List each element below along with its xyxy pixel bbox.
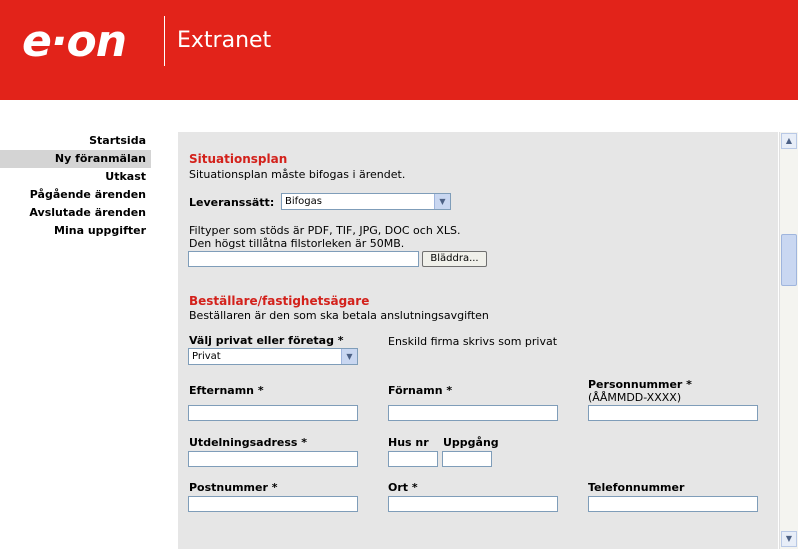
husnr-label: Hus nr xyxy=(388,436,429,449)
telefonnummer-input[interactable] xyxy=(588,496,758,512)
header-bar: e·on Extranet xyxy=(0,0,798,100)
delivery-select-value: Bifogas xyxy=(285,196,322,207)
bestallare-description: Beställaren är den som ska betala anslut… xyxy=(189,309,489,322)
chevron-down-icon[interactable]: ▼ xyxy=(341,349,357,364)
maxsize-text: Den högst tillåtna filstorleken är 50MB. xyxy=(189,237,405,250)
personnummer-hint: (ÅÅMMDD-XXXX) xyxy=(588,391,682,404)
postnummer-label: Postnummer * xyxy=(189,481,278,494)
fornamn-input[interactable] xyxy=(388,405,558,421)
efternamn-input[interactable] xyxy=(188,405,358,421)
customer-type-label: Välj privat eller företag * xyxy=(189,334,344,347)
delivery-label: Leveranssätt: xyxy=(189,196,275,209)
utdelningsadress-input[interactable] xyxy=(188,451,358,467)
customer-type-note: Enskild firma skrivs som privat xyxy=(388,335,558,348)
ort-input[interactable] xyxy=(388,496,558,512)
header-divider xyxy=(164,16,165,66)
customer-type-value: Privat xyxy=(192,351,221,362)
husnr-input[interactable] xyxy=(388,451,438,467)
file-path-input[interactable] xyxy=(188,251,419,267)
personnummer-input[interactable] xyxy=(588,405,758,421)
filetypes-text: Filtyper som stöds är PDF, TIF, JPG, DOC… xyxy=(189,224,461,237)
personnummer-label: Personnummer * xyxy=(588,378,692,391)
postnummer-input[interactable] xyxy=(188,496,358,512)
scrollbar-thumb[interactable] xyxy=(781,234,797,286)
sidebar-item-utkast[interactable]: Utkast xyxy=(0,168,151,186)
arrow-down-icon[interactable]: ▼ xyxy=(781,531,797,547)
sidebar-item-pagaende-arenden[interactable]: Pågående ärenden xyxy=(0,186,151,204)
customer-type-select[interactable]: Privat ▼ xyxy=(188,348,358,365)
uppgang-input[interactable] xyxy=(442,451,492,467)
sidebar-item-avslutade-arenden[interactable]: Avslutade ärenden xyxy=(0,204,151,222)
efternamn-label: Efternamn * xyxy=(189,384,264,397)
utdelningsadress-label: Utdelningsadress * xyxy=(189,436,308,449)
fornamn-label: Förnamn * xyxy=(388,384,453,397)
browse-button[interactable]: Bläddra... xyxy=(422,251,487,267)
sidebar-item-mina-uppgifter[interactable]: Mina uppgifter xyxy=(0,222,151,240)
sidebar-nav: Startsida Ny föranmälan Utkast Pågående … xyxy=(0,132,151,240)
sidebar-item-ny-foranmalan[interactable]: Ny föranmälan xyxy=(0,150,151,168)
delivery-select[interactable]: Bifogas ▼ xyxy=(281,193,451,210)
vertical-scrollbar[interactable]: ▲ ▼ xyxy=(779,132,798,549)
situationsplan-title: Situationsplan xyxy=(189,152,288,166)
sidebar-item-startsida[interactable]: Startsida xyxy=(0,132,151,150)
bestallare-title: Beställare/fastighetsägare xyxy=(189,294,370,308)
app-title: Extranet xyxy=(177,28,272,53)
ort-label: Ort * xyxy=(388,481,418,494)
situationsplan-description: Situationsplan måste bifogas i ärendet. xyxy=(189,168,406,181)
chevron-down-icon[interactable]: ▼ xyxy=(434,194,450,209)
arrow-up-icon[interactable]: ▲ xyxy=(781,133,797,149)
form-panel: Situationsplan Situationsplan måste bifo… xyxy=(178,132,778,549)
eon-logo: e·on xyxy=(22,16,127,67)
telefonnummer-label: Telefonnummer xyxy=(588,481,685,494)
uppgang-label: Uppgång xyxy=(443,436,499,449)
